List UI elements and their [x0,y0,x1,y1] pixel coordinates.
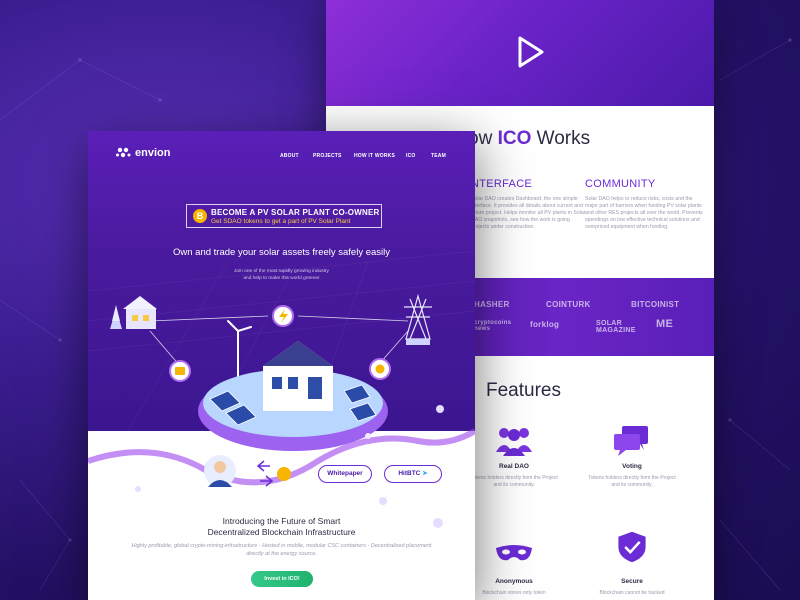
envion-logo[interactable]: envion [116,147,170,159]
feature-name: Anonymous [495,578,533,585]
play-icon[interactable] [506,30,550,74]
partner-logo[interactable]: forklog [530,320,559,329]
heading-suffix: Works [531,128,591,149]
power-tower-illustration [404,293,432,340]
co-owner-banner[interactable]: B BECOME A PV SOLAR PLANT CO-OWNER Get S… [186,204,382,228]
shield-check-icon [618,531,646,563]
nav-projects[interactable]: PROJECTS [313,153,342,159]
partner-logo[interactable]: SOLAR MAGAZINE [596,320,646,334]
intro-heading: Introducing the Future of Smart Decentra… [88,516,475,538]
feature-text: Tokens holders directly form the Project… [470,475,558,488]
intro-line: Decentralized Blockchain Infrastructure [207,527,356,537]
feature-text: Blockchain stores only token [482,590,546,596]
partner-logo[interactable]: HASHER [474,300,510,309]
hitbtc-button[interactable]: HitBTC ➤ [384,465,442,483]
feature-name: Secure [621,578,643,585]
banner-title: BECOME A PV SOLAR PLANT CO-OWNER [211,208,380,217]
partner-logo[interactable]: ME [656,318,673,330]
feature-text: Tokens holders directly form the Project… [588,475,676,488]
logo-text: envion [135,147,171,159]
hero-subtagline: Join one of the most rapidly growing ind… [88,269,475,282]
house-illustration [110,296,157,329]
intro-description: Highly profitable, global crypto-mining-… [131,543,432,557]
community-text: Solar DAO helps to reduce risks, costs a… [585,196,703,230]
mask-icon [496,545,532,561]
intro-line: Introducing the Future of Smart [222,516,341,526]
partner-logo[interactable]: COINTURK [546,300,591,309]
how-ico-works-heading: ow ICO Works [468,128,590,150]
hero-tagline: Own and trade your solar assets freely s… [172,247,390,258]
community-heading: COMMUNITY [585,178,656,190]
front-page-mockup: envion ABOUT PROJECTS HOW IT WORKS ICO T… [88,131,475,600]
bitcoin-icon: B [193,209,207,223]
hitbtc-label: HitBTC [398,470,421,477]
interface-text: Solar DAO creates Dashboard, the one sim… [471,196,586,230]
logo-hex-icon [116,147,131,158]
people-icon [496,428,532,456]
chat-icon [614,426,648,456]
interface-heading: NTERFACE [471,178,533,190]
invest-in-ico-button[interactable]: Invest in ICO! [251,571,313,587]
whitepaper-button[interactable]: Whitepaper [318,465,372,483]
partner-logo[interactable]: cryptocoins news [474,320,528,332]
nav-ico[interactable]: ICO [406,153,416,159]
feature-text: Blockchain cannot be hacked [599,590,665,596]
feature-name: Real DAO [499,463,529,470]
video-hero [326,0,714,106]
solar-illustration [88,293,475,521]
heading-accent: ICO [497,128,532,149]
feature-name: Voting [622,463,642,470]
rocket-icon: ➤ [422,470,428,477]
nav-about[interactable]: ABOUT [280,153,299,159]
subtag-line: and help to make this world greener [243,275,320,281]
features-heading: Features [486,380,561,401]
partner-logo[interactable]: BITCOINIST [631,300,679,309]
nav-how-it-works[interactable]: HOW IT WORKS [354,153,395,159]
nav-team[interactable]: TEAM [431,153,446,159]
banner-subtitle: Get SDAO tokens to get a part of PV Sola… [211,218,351,225]
